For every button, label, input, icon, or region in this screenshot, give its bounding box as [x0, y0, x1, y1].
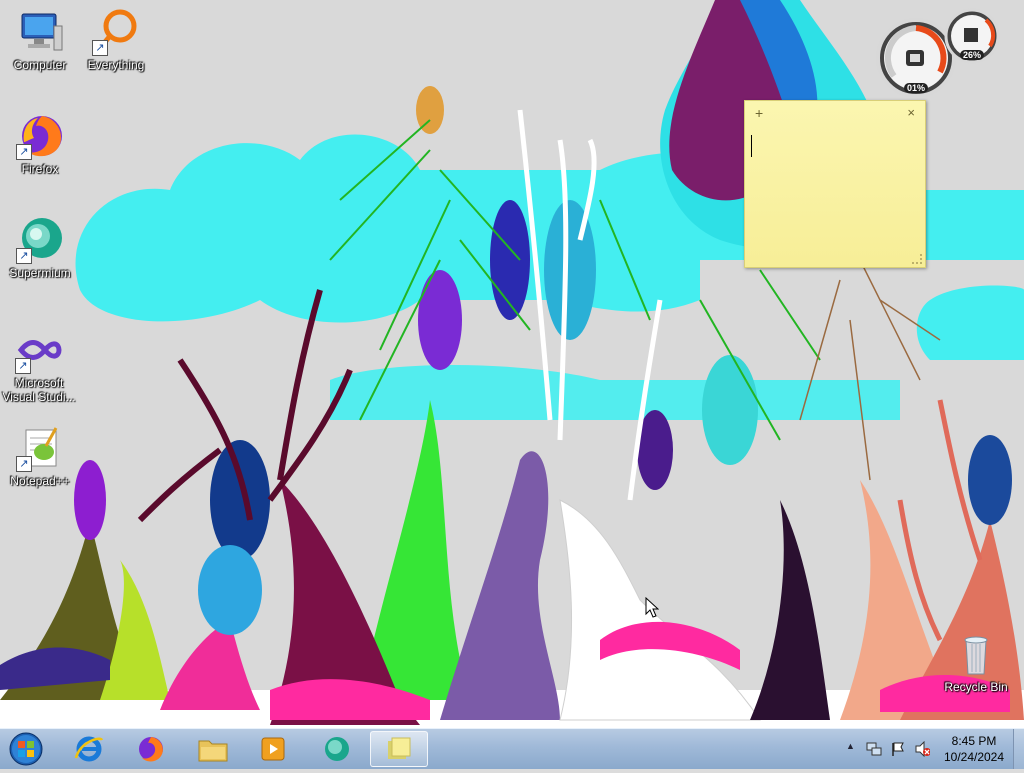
internet-explorer-icon — [74, 736, 104, 762]
taskbar-file-explorer[interactable] — [186, 731, 240, 767]
volume-muted-icon[interactable] — [914, 741, 930, 757]
desktop-icon-label: Notepad++ — [10, 474, 70, 488]
desktop-icon-label: Recycle Bin — [944, 680, 1008, 694]
taskbar-clock[interactable]: 8:45 PM 10/24/2024 — [936, 733, 1012, 765]
taskbar-sticky-notes[interactable] — [370, 731, 428, 767]
taskbar: ▲ 8:45 PM 10/24/2024 — [0, 728, 1024, 769]
sticky-note[interactable]: + × — [744, 100, 926, 268]
resize-grip-icon[interactable] — [912, 254, 922, 264]
computer-icon — [21, 13, 63, 51]
taskbar-media-player[interactable] — [246, 731, 300, 767]
desktop-icon-label: Computer — [13, 58, 67, 72]
desktop-icon-label: Microsoft Visual Studi... — [2, 376, 76, 404]
shortcut-arrow-icon: ↗ — [92, 40, 108, 56]
cpu-percent-label: 01% — [904, 83, 929, 93]
supermium-icon — [325, 737, 349, 761]
desktop-icon-recycle-bin[interactable]: Recycle Bin — [938, 630, 1014, 694]
desktop-icon-firefox[interactable]: ↗ Firefox — [2, 112, 78, 176]
clock-time: 8:45 PM — [951, 734, 997, 748]
desktop-icon-label: Supermium — [9, 266, 71, 280]
memory-percent-label: 26% — [960, 50, 985, 60]
sticky-note-text[interactable] — [751, 135, 919, 253]
shortcut-arrow-icon: ↗ — [15, 358, 31, 374]
sticky-notes-icon — [388, 737, 411, 759]
taskbar-supermium[interactable] — [310, 731, 364, 767]
desktop-icon-label: Firefox — [21, 162, 59, 176]
mouse-pointer-icon — [645, 597, 659, 618]
desktop-icon-visual-studio[interactable]: ↗ Microsoft Visual Studi... — [0, 326, 78, 404]
clock-date: 10/24/2024 — [943, 750, 1005, 764]
cpu-meter-gadget[interactable]: 01% 26% — [874, 8, 1000, 98]
media-player-icon — [261, 737, 285, 761]
desktop-icon-everything[interactable]: ↗ Everything — [78, 8, 154, 72]
desktop-icon-notepadpp[interactable]: ↗ Notepad++ — [2, 424, 78, 488]
start-orb-icon — [9, 732, 43, 766]
desktop-icon-computer[interactable]: Computer — [2, 8, 78, 72]
shortcut-arrow-icon: ↗ — [16, 144, 32, 160]
show-desktop-button[interactable] — [1013, 729, 1024, 769]
shortcut-arrow-icon: ↗ — [16, 456, 32, 472]
action-center-flag-icon[interactable] — [890, 741, 906, 757]
network-icon[interactable] — [866, 741, 882, 757]
tray-expand-button[interactable]: ▲ — [846, 741, 862, 757]
taskbar-firefox[interactable] — [124, 731, 178, 767]
desktop-icon-supermium[interactable]: ↗ Supermium — [2, 216, 78, 280]
file-explorer-icon — [198, 740, 228, 762]
sticky-add-button[interactable]: + — [755, 105, 763, 121]
firefox-icon — [139, 737, 163, 762]
taskbar-internet-explorer[interactable] — [62, 731, 116, 767]
start-button[interactable] — [4, 730, 48, 768]
desktop-icon-label: Everything — [87, 58, 145, 72]
desktop[interactable]: Computer ↗ Everything ↗ Firefox ↗ Superm… — [0, 0, 1024, 728]
shortcut-arrow-icon: ↗ — [16, 248, 32, 264]
recycle-bin-icon — [964, 636, 988, 675]
sticky-close-button[interactable]: × — [907, 105, 915, 120]
